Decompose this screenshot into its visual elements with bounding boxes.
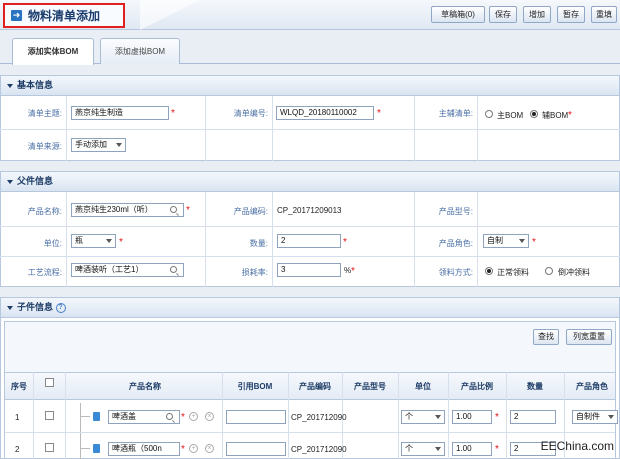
- role-label: 产品角色:: [438, 239, 473, 248]
- aux-bom-radio[interactable]: [530, 110, 538, 118]
- product-name-input[interactable]: 燕京纯生230ml（听）: [71, 203, 184, 217]
- unit-label: 单位:: [43, 239, 62, 248]
- add-circle-icon[interactable]: +: [189, 412, 198, 421]
- page-title: ➜ 物料清单添加: [3, 3, 125, 28]
- select-all-checkbox[interactable]: [45, 378, 54, 387]
- main-bom-label: 主BOM: [497, 111, 524, 120]
- subject-input[interactable]: 燕京纯生制造: [71, 106, 169, 120]
- watermark: EEChina.com: [540, 439, 614, 453]
- process-input[interactable]: 啤酒装听（工艺1）: [71, 263, 184, 277]
- temp-save-button[interactable]: 暂存: [557, 6, 585, 23]
- subject-label: 清单主题:: [27, 109, 62, 118]
- row1-unit-select[interactable]: 个: [401, 410, 445, 424]
- part-icon: [93, 444, 100, 453]
- source-label: 清单来源:: [27, 142, 62, 151]
- row2-ratio-input[interactable]: 1.00: [452, 442, 492, 456]
- row2-code: CP_2017120​90: [291, 445, 347, 454]
- main-bom-radio[interactable]: [485, 110, 493, 118]
- pick-method-label: 领料方式:: [438, 268, 473, 277]
- arrow-right-icon: ➜: [11, 10, 22, 21]
- col-ratio[interactable]: 产品比例: [448, 381, 506, 392]
- row1-code: CP_2017120​90: [291, 413, 347, 422]
- drafts-button[interactable]: 草稿箱(0): [431, 6, 485, 23]
- row1-ref-bom-input[interactable]: [226, 410, 286, 424]
- collapse-icon[interactable]: [7, 179, 13, 184]
- product-model-label: 产品型号:: [438, 207, 473, 216]
- tab-virtual-bom[interactable]: 添加虚拟BOM: [100, 38, 180, 64]
- search-icon[interactable]: [170, 206, 177, 213]
- page-title-text: 物料清单添加: [28, 9, 101, 23]
- save-button[interactable]: 保存: [489, 6, 517, 23]
- col-product-model[interactable]: 产品型号: [342, 381, 398, 392]
- pick-backflush-label: 倒冲领料: [558, 268, 590, 277]
- collapse-icon[interactable]: [7, 83, 13, 88]
- product-name-label: 产品名称:: [27, 207, 62, 216]
- main-aux-label: 主辅清单:: [438, 109, 473, 118]
- col-product-code[interactable]: 产品编码: [288, 381, 342, 392]
- col-role[interactable]: 产品角色: [564, 381, 620, 392]
- col-seq: 序号: [11, 382, 27, 391]
- row2-unit-select[interactable]: 个: [401, 442, 445, 456]
- col-product-name[interactable]: 产品名称: [65, 381, 225, 392]
- part-icon: [93, 412, 100, 421]
- product-code-label: 产品编码:: [233, 207, 268, 216]
- unit-select[interactable]: 瓶: [71, 234, 116, 248]
- basic-info-header: 基本信息: [1, 76, 619, 96]
- remove-circle-icon[interactable]: ×: [205, 444, 214, 453]
- aux-bom-label: 辅BOM: [542, 111, 569, 120]
- pick-normal-label: 正常领料: [497, 268, 529, 277]
- row1-ratio-input[interactable]: 1.00: [452, 410, 492, 424]
- collapse-icon[interactable]: [7, 305, 13, 310]
- row1-no: 1: [15, 413, 20, 422]
- row2-ref-bom-input[interactable]: [226, 442, 286, 456]
- loss-rate-label: 损耗率:: [241, 268, 268, 277]
- process-label: 工艺流程:: [27, 268, 62, 277]
- row2-checkbox[interactable]: [45, 443, 54, 452]
- child-info-header: 子件信息 ?: [1, 298, 619, 318]
- row2-no: 2: [15, 445, 20, 454]
- tab-physical-bom[interactable]: 添加实体BOM: [12, 38, 94, 65]
- quantity-label: 数量:: [249, 239, 268, 248]
- row1-role-select[interactable]: 自制件: [572, 410, 618, 424]
- pick-normal-radio[interactable]: [485, 267, 493, 275]
- row1-checkbox[interactable]: [45, 411, 54, 420]
- parent-info-header: 父件信息: [1, 172, 619, 192]
- col-ref-bom[interactable]: 引用BOM: [222, 381, 288, 392]
- col-quantity[interactable]: 数量: [506, 381, 564, 392]
- code-label: 清单编号:: [233, 109, 268, 118]
- reset-button[interactable]: 重填: [591, 6, 617, 23]
- help-icon[interactable]: ?: [55, 302, 66, 313]
- search-icon[interactable]: [170, 266, 177, 273]
- remove-circle-icon[interactable]: ×: [205, 412, 214, 421]
- col-unit[interactable]: 单位: [398, 381, 448, 392]
- code-input[interactable]: WLQD_20180110002: [276, 106, 374, 120]
- row1-qty-input[interactable]: 2: [510, 410, 556, 424]
- pick-backflush-radio[interactable]: [545, 267, 553, 275]
- add-circle-icon[interactable]: +: [189, 444, 198, 453]
- product-code-value: CP_20171209013: [277, 206, 342, 215]
- reset-columns-button[interactable]: 列宽重置: [566, 329, 612, 345]
- role-select[interactable]: 自制: [483, 234, 529, 248]
- find-button[interactable]: 查找: [533, 329, 559, 345]
- quantity-input[interactable]: 2: [277, 234, 341, 248]
- loss-rate-input[interactable]: 3: [277, 263, 341, 277]
- add-button[interactable]: 增加: [523, 6, 551, 23]
- source-select[interactable]: 手动添加: [71, 138, 126, 152]
- row2-name-input[interactable]: 啤酒瓶（500n: [108, 442, 180, 456]
- search-icon[interactable]: [166, 413, 173, 420]
